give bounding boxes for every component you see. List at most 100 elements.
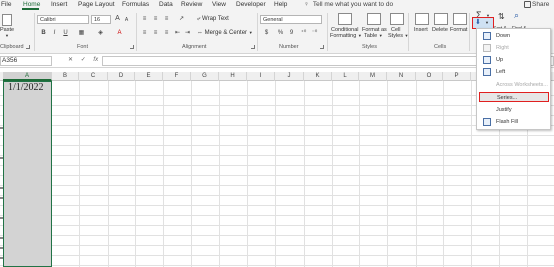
paste-chevron-icon[interactable]: ▼ bbox=[5, 33, 9, 40]
row-header-mark bbox=[0, 247, 3, 249]
column-header-i[interactable]: I bbox=[247, 72, 275, 81]
font-size-dropdown[interactable]: 16 bbox=[91, 15, 111, 24]
format-cells-icon[interactable] bbox=[453, 13, 467, 25]
merge-center-button[interactable]: ⇔ Merge & Center ▼ bbox=[197, 29, 253, 37]
menu-formulas[interactable]: Formulas bbox=[122, 0, 149, 9]
currency-button[interactable]: $ bbox=[262, 29, 271, 37]
borders-icon[interactable]: ▦ bbox=[77, 29, 86, 37]
paste-icon[interactable] bbox=[2, 14, 12, 26]
clipboard-launcher-icon[interactable] bbox=[26, 45, 30, 49]
column-header-o[interactable]: O bbox=[416, 72, 443, 81]
justify-item[interactable]: Justify bbox=[479, 105, 549, 115]
format-cells-button[interactable]: Format bbox=[450, 27, 467, 34]
lightbulb-icon: ♀ bbox=[304, 1, 309, 8]
enter-icon[interactable]: ✓ bbox=[81, 57, 86, 63]
decrease-decimal-icon[interactable]: ⁻⁰ bbox=[310, 29, 319, 37]
underline-button[interactable]: U bbox=[61, 29, 70, 37]
number-launcher-icon[interactable] bbox=[320, 45, 324, 49]
percent-button[interactable]: % bbox=[276, 29, 285, 37]
wrap-text-button[interactable]: ⤶ Wrap Text bbox=[197, 15, 229, 23]
menu-developer[interactable]: Developer bbox=[236, 0, 266, 9]
cell-a1[interactable]: 1/1/2022 bbox=[8, 81, 44, 95]
align-left-icon[interactable]: ≡ bbox=[140, 29, 149, 37]
column-header-l[interactable]: L bbox=[332, 72, 359, 81]
name-box-value: A356 bbox=[2, 57, 18, 64]
column-header-e[interactable]: E bbox=[135, 72, 163, 81]
column-header-p[interactable]: P bbox=[443, 72, 471, 81]
alignment-launcher-icon[interactable] bbox=[251, 45, 255, 49]
column-header-f[interactable]: F bbox=[163, 72, 191, 81]
ribbon: Paste ▼ Clipboard Calibri 16 A A B I U ▦… bbox=[0, 11, 554, 54]
row-header-mark bbox=[0, 187, 3, 189]
conditional-formatting-line2-text: Formatting bbox=[330, 33, 357, 39]
column-header-j[interactable]: J bbox=[275, 72, 304, 81]
name-box[interactable]: A356 bbox=[0, 56, 52, 66]
cancel-icon[interactable]: ✕ bbox=[68, 57, 73, 63]
italic-button[interactable]: I bbox=[50, 29, 59, 37]
align-bottom-icon[interactable]: ≡ bbox=[162, 15, 171, 23]
menu-review[interactable]: Review bbox=[181, 0, 202, 9]
number-format-dropdown[interactable]: General bbox=[260, 15, 322, 24]
conditional-formatting-line2[interactable]: Formatting ▼ bbox=[330, 33, 362, 40]
menu-file[interactable]: File bbox=[1, 0, 11, 9]
share-button[interactable]: Share bbox=[532, 0, 549, 9]
column-header-d[interactable]: D bbox=[108, 72, 135, 81]
column-header-b[interactable]: B bbox=[52, 72, 79, 81]
flash-fill-label: Flash Fill bbox=[496, 119, 519, 125]
fill-color-icon[interactable]: ◈ bbox=[96, 29, 105, 37]
sort-filter-icon[interactable]: ⇅ bbox=[498, 13, 505, 21]
across-worksheets-item[interactable]: Across Worksheets... bbox=[479, 80, 549, 90]
font-launcher-icon[interactable] bbox=[130, 45, 134, 49]
fill-left-item[interactable]: Left bbox=[479, 67, 549, 77]
bold-button[interactable]: B bbox=[39, 29, 48, 37]
insert-function-icon[interactable]: fx bbox=[93, 57, 98, 63]
conditional-formatting-icon[interactable] bbox=[338, 13, 352, 25]
cell-styles-line2[interactable]: Styles ▼ bbox=[388, 33, 408, 40]
tell-me-search[interactable]: ♀ Tell me what you want to do bbox=[304, 0, 393, 9]
align-middle-icon[interactable]: ≡ bbox=[151, 15, 160, 23]
fill-right-item[interactable]: Right bbox=[479, 43, 549, 53]
format-as-table-icon[interactable] bbox=[367, 13, 381, 25]
column-header-c[interactable]: C bbox=[79, 72, 108, 81]
column-header-g[interactable]: G bbox=[191, 72, 219, 81]
menu-view[interactable]: View bbox=[212, 0, 226, 9]
delete-cells-icon[interactable] bbox=[434, 13, 448, 25]
font-name-dropdown[interactable]: Calibri bbox=[37, 15, 89, 24]
increase-decimal-icon[interactable]: ⁺⁰ bbox=[299, 29, 308, 37]
menu-help[interactable]: Help bbox=[274, 0, 287, 9]
menu-data[interactable]: Data bbox=[159, 0, 173, 9]
column-header-n[interactable]: N bbox=[387, 72, 416, 81]
comma-button[interactable]: 9 bbox=[287, 29, 296, 37]
series-item[interactable]: Series... bbox=[479, 92, 549, 102]
column-header-a[interactable]: A bbox=[3, 72, 52, 81]
fill-down-item[interactable]: Down bbox=[479, 31, 549, 41]
column-header-m[interactable]: M bbox=[359, 72, 387, 81]
align-top-icon[interactable]: ≡ bbox=[140, 15, 149, 23]
gridline bbox=[0, 235, 554, 236]
worksheet-grid[interactable]: A B C D E F G H I J K L M N O P 1/1/2022 bbox=[0, 69, 554, 267]
selected-range-column-a[interactable] bbox=[3, 81, 52, 267]
insert-cells-icon[interactable] bbox=[415, 13, 429, 25]
decrease-indent-icon[interactable]: ⇤ bbox=[173, 29, 182, 37]
format-as-table-line2[interactable]: Table ▼ bbox=[364, 33, 383, 40]
orientation-icon[interactable]: ↗ bbox=[177, 15, 186, 23]
menu-page-layout[interactable]: Page Layout bbox=[78, 0, 115, 9]
cell-styles-icon[interactable] bbox=[390, 13, 404, 25]
align-right-icon[interactable]: ≡ bbox=[162, 29, 171, 37]
menu-insert[interactable]: Insert bbox=[51, 0, 67, 9]
column-header-k[interactable]: K bbox=[304, 72, 332, 81]
column-header-h[interactable]: H bbox=[219, 72, 247, 81]
column-headers: A B C D E F G H I J K L M N O P bbox=[0, 72, 554, 81]
gridline bbox=[108, 81, 109, 267]
find-select-icon[interactable]: ⌕ bbox=[514, 11, 519, 20]
grow-font-button[interactable]: A bbox=[113, 15, 122, 23]
increase-indent-icon[interactable]: ⇥ bbox=[183, 29, 192, 37]
shrink-font-button[interactable]: A bbox=[122, 16, 131, 24]
font-color-icon[interactable]: A bbox=[115, 29, 124, 37]
insert-cells-button[interactable]: Insert bbox=[414, 27, 428, 34]
delete-cells-button[interactable]: Delete bbox=[432, 27, 448, 34]
flash-fill-item[interactable]: Flash Fill bbox=[479, 117, 549, 127]
align-center-icon[interactable]: ≡ bbox=[151, 29, 160, 37]
share-icon[interactable] bbox=[524, 1, 531, 8]
fill-up-item[interactable]: Up bbox=[479, 55, 549, 65]
